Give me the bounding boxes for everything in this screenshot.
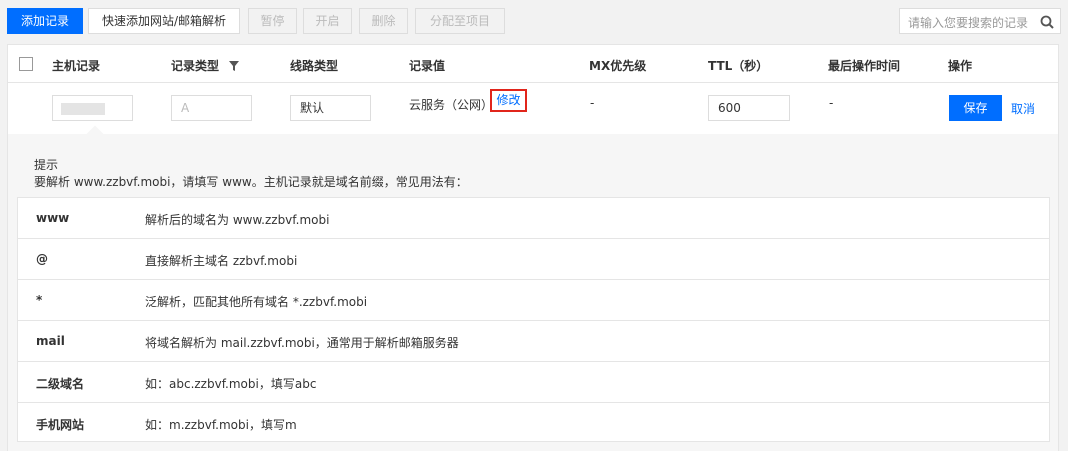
ttl-input[interactable]: 600 [708,95,790,121]
header-type: 记录类型 [171,57,240,74]
tip-value: 直接解析主域名 zzbvf.mobi [145,254,298,268]
blurred-host-value [61,103,105,115]
host-input[interactable] [52,95,133,121]
header-type-label: 记录类型 [171,59,220,73]
modify-link[interactable]: 修改 [490,89,527,112]
last-op-value: - [829,96,834,110]
header-ttl: TTL（秒） [708,59,769,73]
delete-button[interactable]: 删除 [359,8,408,34]
header-line: 线路类型 [290,59,339,73]
line-select[interactable]: 默认 [290,95,371,121]
edit-row: A 默认 云服务（公网） 修改 - 600 - 保存 取消 [8,84,1058,134]
search-icon[interactable] [1039,14,1055,30]
filter-icon[interactable] [229,61,240,71]
type-select[interactable]: A [171,95,252,121]
table-header: 主机记录 记录类型 线路类型 记录值 MX优先级 TTL（秒） 最后操作时间 操… [8,45,1058,83]
mx-value: - [590,96,595,110]
tip-panel: 提示 要解析 www.zzbvf.mobi，请填写 www。主机记录就是域名前缀… [8,125,1058,451]
record-value-text: 云服务（公网） [409,98,494,112]
pause-button[interactable]: 暂停 [248,8,297,34]
tip-key: @ [36,252,48,266]
tip-key: * [36,293,43,307]
search-input[interactable]: 请输入您要搜索的记录 [908,14,1028,31]
tip-row: 手机网站 如：m.zzbvf.mobi，填写m [18,403,1049,443]
tip-value: 泛解析，匹配其他所有域名 *.zzbvf.mobi [145,295,368,309]
tip-description: 要解析 www.zzbvf.mobi，请填写 www。主机记录就是域名前缀，常见… [34,175,468,189]
tip-row: www 解析后的域名为 www.zzbvf.mobi [18,198,1049,239]
cancel-link[interactable]: 取消 [1011,100,1035,117]
tip-row: mail 将域名解析为 mail.zzbvf.mobi，通常用于解析邮箱服务器 [18,321,1049,362]
tip-value: 如：abc.zzbvf.mobi，填写abc [145,377,317,391]
select-all-checkbox[interactable] [19,57,33,71]
tip-key: 二级域名 [36,377,85,391]
tip-key: 手机网站 [36,418,85,432]
tip-key: mail [36,334,65,348]
enable-button[interactable]: 开启 [303,8,352,34]
assign-project-button[interactable]: 分配至项目 [415,8,505,34]
header-mx: MX优先级 [589,59,647,73]
header-host: 主机记录 [52,59,101,73]
tip-value: 如：m.zzbvf.mobi，填写m [145,418,297,432]
tip-key: www [36,211,70,225]
tip-value: 解析后的域名为 www.zzbvf.mobi [145,213,330,227]
search-box[interactable]: 请输入您要搜索的记录 [899,8,1061,34]
header-action: 操作 [948,59,973,73]
add-record-button[interactable]: 添加记录 [7,8,83,34]
quick-add-button[interactable]: 快速添加网站/邮箱解析 [88,8,240,34]
tip-row: * 泛解析，匹配其他所有域名 *.zzbvf.mobi [18,280,1049,321]
tip-row: @ 直接解析主域名 zzbvf.mobi [18,239,1049,280]
records-panel: 主机记录 记录类型 线路类型 记录值 MX优先级 TTL（秒） 最后操作时间 操… [7,44,1059,451]
tip-table: www 解析后的域名为 www.zzbvf.mobi @ 直接解析主域名 zzb… [17,197,1050,442]
tip-title: 提示 [34,158,59,172]
header-last-op: 最后操作时间 [828,59,901,73]
toolbar: 添加记录 快速添加网站/邮箱解析 暂停 开启 删除 分配至项目 请输入您要搜索的… [7,8,1061,35]
header-value: 记录值 [409,59,446,73]
save-button[interactable]: 保存 [949,95,1002,121]
tip-value: 将域名解析为 mail.zzbvf.mobi，通常用于解析邮箱服务器 [145,336,459,350]
tip-row: 二级域名 如：abc.zzbvf.mobi，填写abc [18,362,1049,403]
